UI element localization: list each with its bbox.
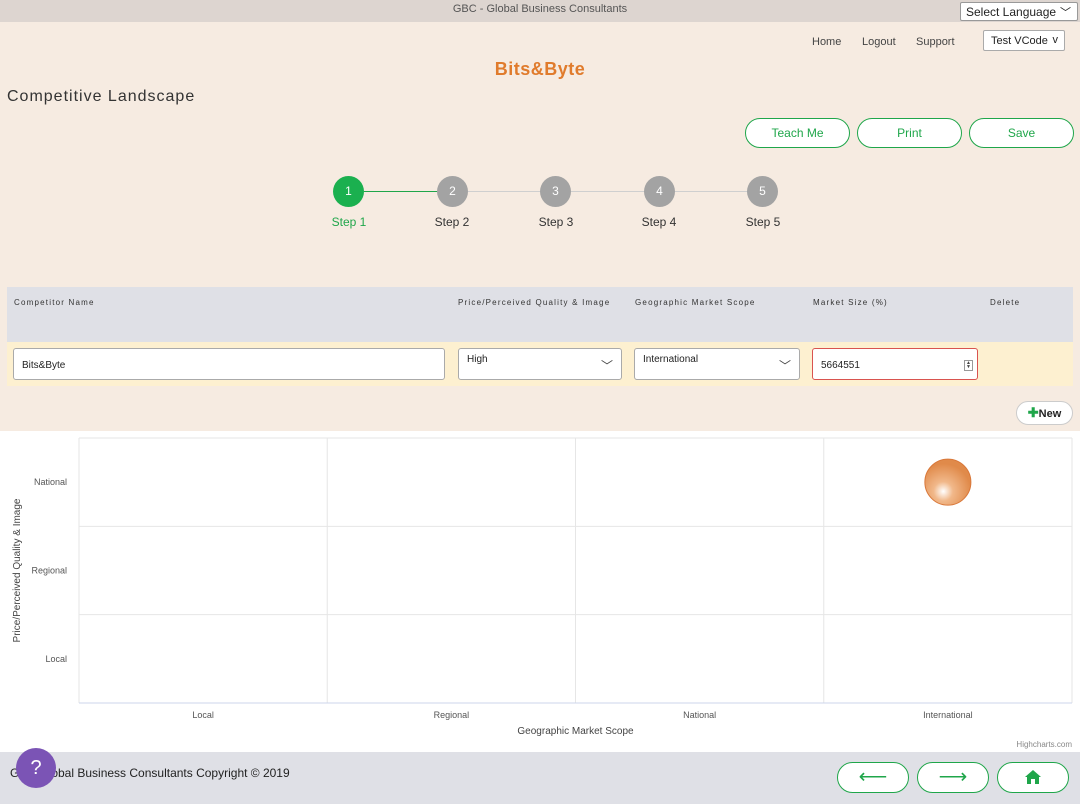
top-bar: GBC - Global Business Consultants Select… xyxy=(0,0,1080,22)
nav-logout-link[interactable]: Logout xyxy=(862,36,896,48)
step-5-circle[interactable]: 5 xyxy=(747,176,778,207)
nav-support-link[interactable]: Support xyxy=(916,36,955,48)
vcode-select[interactable]: Test VCode v xyxy=(983,30,1065,51)
x-tick-label: International xyxy=(923,710,973,720)
header-geo-scope: Geographic Market Scope xyxy=(635,298,756,307)
back-button[interactable]: ⟵ xyxy=(837,762,909,793)
market-size-input[interactable]: 5664551 ▲ ▼ xyxy=(812,348,978,380)
help-button[interactable]: ? xyxy=(16,748,56,788)
brand-name: Bits&Byte xyxy=(494,59,586,79)
step-4-label: Step 4 xyxy=(641,215,677,229)
language-select[interactable]: Select Language ﹀ xyxy=(960,2,1078,21)
add-competitor-button[interactable]: ✚New xyxy=(1016,401,1073,425)
competitor-name-input[interactable]: Bits&Byte xyxy=(13,348,445,380)
header-delete: Delete xyxy=(990,298,1021,307)
x-axis-title: Geographic Market Scope xyxy=(517,726,634,737)
table-header: Competitor Name Price/Perceived Quality … xyxy=(7,287,1073,342)
chevron-down-icon: ﹀ xyxy=(1060,7,1071,19)
x-tick-label: National xyxy=(683,710,716,720)
y-axis-title: Price/Perceived Quality & Image xyxy=(12,498,23,642)
chevron-down-icon: ﹀ xyxy=(600,359,613,373)
step-3-label: Step 3 xyxy=(538,215,574,229)
stepper-arrows-icon[interactable]: ▲ ▼ xyxy=(964,360,973,371)
teach-me-button[interactable]: Teach Me xyxy=(745,118,850,148)
print-button[interactable]: Print xyxy=(857,118,962,148)
step-1-circle[interactable]: 1 xyxy=(333,176,364,207)
arrow-left-icon: ⟵ xyxy=(858,766,888,788)
arrow-right-icon: ⟶ xyxy=(938,766,968,788)
step-2-circle[interactable]: 2 xyxy=(437,176,468,207)
save-button[interactable]: Save xyxy=(969,118,1074,148)
competitive-landscape-chart: Local Regional National International Local R… xyxy=(0,431,1080,752)
step-5-label: Step 5 xyxy=(745,215,781,229)
step-3-circle[interactable]: 3 xyxy=(540,176,571,207)
plus-icon: ✚ xyxy=(1027,405,1039,420)
home-button[interactable] xyxy=(997,762,1069,793)
vcode-select-label: Test VCode xyxy=(991,35,1048,47)
market-size-value: 5664551 xyxy=(821,360,860,371)
geo-scope-select[interactable]: International ﹀ xyxy=(634,348,800,380)
price-quality-select[interactable]: High ﹀ xyxy=(458,348,622,380)
price-quality-value: High xyxy=(467,354,488,365)
step-4-circle[interactable]: 4 xyxy=(644,176,675,207)
next-button[interactable]: ⟶ xyxy=(917,762,989,793)
x-tick-label: Regional xyxy=(434,710,470,720)
y-tick-label: Regional xyxy=(31,566,67,576)
nav-home-link[interactable]: Home xyxy=(812,36,841,48)
page-title: Competitive Landscape xyxy=(7,88,196,105)
y-tick-label: National xyxy=(34,477,67,487)
x-tick-label: Local xyxy=(192,710,214,720)
competitor-name-value: Bits&Byte xyxy=(22,360,66,371)
language-select-label: Select Language xyxy=(966,5,1057,19)
data-bubble[interactable] xyxy=(924,458,972,506)
new-button-label: New xyxy=(1038,408,1062,420)
app-title: GBC - Global Business Consultants xyxy=(452,3,628,15)
chart-svg: Local Regional National International Local R… xyxy=(12,437,1073,737)
chevron-down-icon: ﹀ xyxy=(778,359,791,373)
header-market-size: Market Size (%) xyxy=(813,298,888,307)
chart-credit[interactable]: Highcharts.com xyxy=(1016,740,1072,749)
home-icon xyxy=(1025,770,1041,784)
header-competitor-name: Competitor Name xyxy=(14,298,95,307)
header-price-quality: Price/Perceived Quality & Image xyxy=(458,298,611,307)
step-1-label: Step 1 xyxy=(331,215,367,229)
y-tick-label: Local xyxy=(45,654,67,664)
geo-scope-value: International xyxy=(643,354,699,365)
vcode-chevron: v xyxy=(1052,34,1059,46)
step-2-label: Step 2 xyxy=(434,215,470,229)
